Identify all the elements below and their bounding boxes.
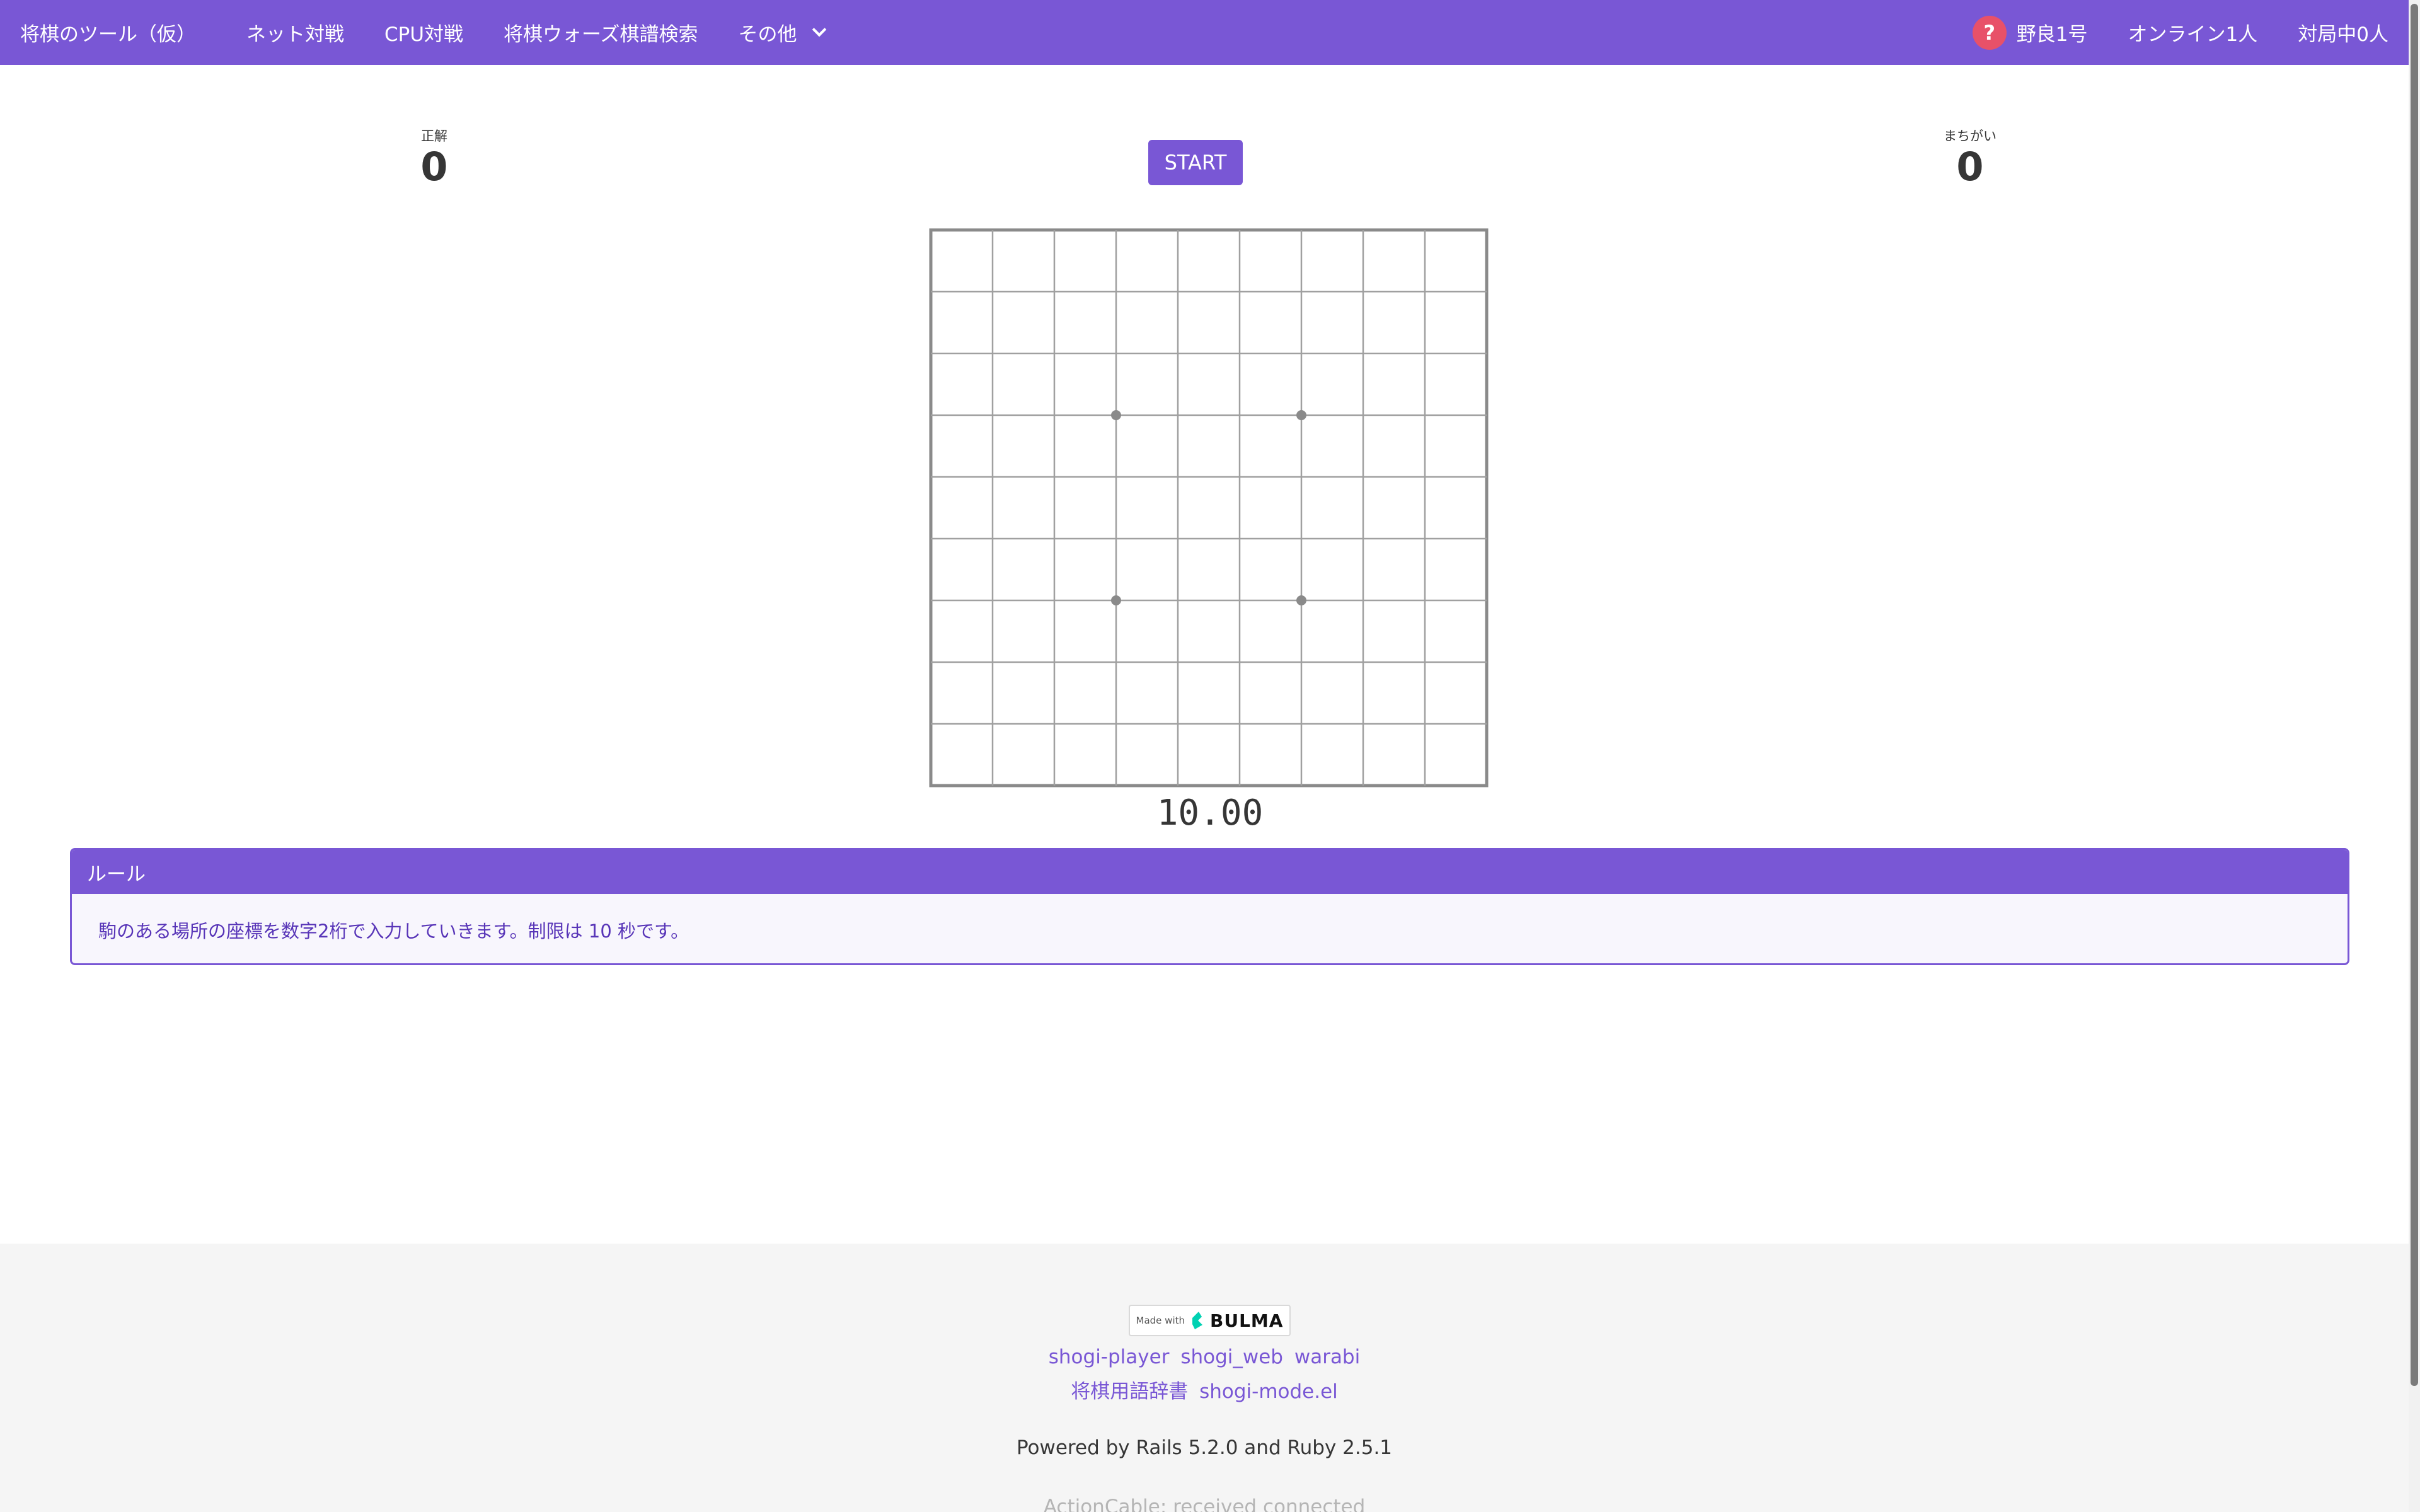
star-point [1111, 595, 1121, 605]
question-icon: ? [1972, 15, 2007, 50]
footer: Made with BULMA shogi-player shogi_web w… [0, 1244, 2409, 1512]
top-navbar: 将棋のツール（仮） ネット対戦 CPU対戦 将棋ウォーズ棋譜検索 その他 ? 野… [0, 0, 2409, 65]
rule-title: ルール [72, 850, 2348, 894]
timer: 10.00 [1156, 793, 1264, 833]
wrong-value: 0 [1956, 144, 1984, 190]
start-button[interactable]: START [1148, 140, 1243, 185]
chevron-down-icon [812, 22, 827, 37]
link-shogi-dictionary[interactable]: 将棋用語辞書 [1071, 1380, 1188, 1403]
bulma-logo-icon [1192, 1312, 1203, 1329]
scrollbar-thumb[interactable] [2411, 4, 2418, 1386]
navbar-right: ? 野良1号 オンライン1人 対局中0人 [1952, 0, 2409, 65]
user-name: 野良1号 [2016, 23, 2088, 46]
star-point [1296, 410, 1306, 420]
bulma-badge[interactable]: Made with BULMA [1129, 1305, 1291, 1336]
badge-made-text: Made with [1136, 1315, 1185, 1326]
playing-count: 対局中0人 [2298, 23, 2388, 46]
actioncable-status: ActionCable: received connected [1043, 1496, 1366, 1512]
nav-wars-search[interactable]: 将棋ウォーズ棋譜検索 [483, 0, 718, 65]
wrong-score: まちがい 0 [1907, 128, 2033, 190]
footer-links-row1: shogi-player shogi_web warabi [0, 1346, 2409, 1368]
brand-link[interactable]: 将棋のツール（仮） [0, 0, 226, 65]
rule-text: 駒のある場所の座標を数字2桁で入力していきます。制限は 10 秒です。 [98, 920, 689, 942]
star-point [1296, 595, 1306, 605]
link-shogi-player[interactable]: shogi-player [1049, 1346, 1170, 1368]
nav-cpu-match[interactable]: CPU対戦 [364, 0, 483, 65]
nav-net-match[interactable]: ネット対戦 [226, 0, 364, 65]
link-shogi-web[interactable]: shogi_web [1180, 1346, 1283, 1368]
wrong-label: まちがい [1944, 129, 1997, 144]
board-grid [929, 228, 1489, 788]
correct-label: 正解 [421, 129, 447, 144]
nav-more-dropdown[interactable]: その他 [718, 0, 844, 65]
correct-score: 正解 0 [371, 128, 497, 190]
shogi-board[interactable] [929, 228, 1489, 788]
powered-by: Powered by Rails 5.2.0 and Ruby 2.5.1 [1016, 1436, 1393, 1459]
badge-name: BULMA [1210, 1310, 1284, 1331]
footer-links-row2: 将棋用語辞書 shogi-mode.el [0, 1375, 2409, 1404]
star-point [1111, 410, 1121, 420]
link-warabi[interactable]: warabi [1294, 1346, 1360, 1368]
vertical-scrollbar[interactable] [2409, 0, 2420, 1512]
correct-value: 0 [420, 144, 448, 190]
board-border [929, 228, 1489, 788]
link-shogi-mode[interactable]: shogi-mode.el [1199, 1380, 1338, 1403]
user-menu[interactable]: ? 野良1号 [1952, 0, 2108, 65]
nav-more-label: その他 [738, 23, 797, 46]
online-count: オンライン1人 [2128, 23, 2258, 46]
rule-message: ルール 駒のある場所の座標を数字2桁で入力していきます。制限は 10 秒です。 [70, 848, 2349, 965]
